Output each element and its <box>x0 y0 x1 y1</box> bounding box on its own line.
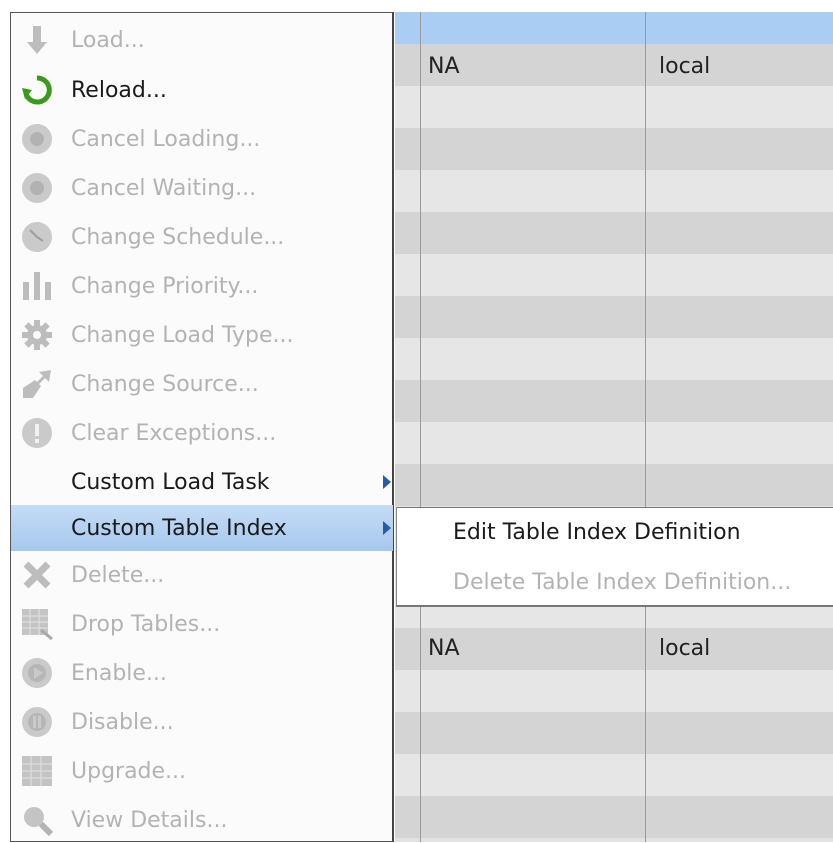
menu-item-change-priority[interactable]: Change Priority... <box>11 263 393 309</box>
menu-item-label: Cancel Loading... <box>71 126 261 152</box>
table-cell: NA <box>428 54 460 79</box>
menu-item-label: Change Schedule... <box>71 224 285 250</box>
table-row[interactable] <box>395 712 833 754</box>
submenu-item-edit-table-index-definition[interactable]: Edit Table Index Definition <box>453 520 741 545</box>
cancel-loading-icon <box>22 124 52 154</box>
menu-item-label: Cancel Waiting... <box>71 175 257 201</box>
cancel-waiting-icon <box>22 173 52 203</box>
menu-item-enable[interactable]: Enable... <box>11 650 393 696</box>
custom-table-index-submenu: Edit Table Index Definition Delete Table… <box>396 507 833 607</box>
table-row[interactable] <box>395 254 833 296</box>
column-divider <box>420 12 421 842</box>
menu-item-delete[interactable]: Delete... <box>11 552 393 598</box>
clock-icon <box>22 222 52 252</box>
column-divider <box>645 12 646 842</box>
table-row[interactable] <box>395 212 833 254</box>
upgrade-icon <box>22 756 52 786</box>
delete-x-icon <box>23 561 51 589</box>
menu-item-label: Clear Exceptions... <box>71 420 277 446</box>
menu-item-label: Change Load Type... <box>71 322 294 348</box>
menu-item-label: Change Source... <box>71 371 259 397</box>
menu-item-disable[interactable]: Disable... <box>11 699 393 745</box>
menu-item-view-details[interactable]: View Details... <box>11 797 393 843</box>
table-cell: local <box>659 636 711 661</box>
table-cell: NA <box>428 636 460 661</box>
table-row[interactable] <box>395 338 833 380</box>
table-row[interactable] <box>395 380 833 422</box>
context-menu: Load... Reload... Cancel Loading... Canc… <box>10 12 394 842</box>
menu-item-label: Custom Load Task <box>71 469 270 495</box>
table-row[interactable] <box>395 754 833 796</box>
table-row[interactable] <box>395 128 833 170</box>
submenu-arrow-icon <box>383 521 391 535</box>
menu-item-cancel-loading[interactable]: Cancel Loading... <box>11 116 393 162</box>
table-row[interactable]: NA local <box>395 628 833 670</box>
menu-item-label: Reload... <box>71 77 167 103</box>
play-icon <box>22 658 52 688</box>
table-row[interactable] <box>395 464 833 506</box>
table-row[interactable]: NA local <box>395 44 833 86</box>
priority-icon <box>23 272 51 300</box>
table-row[interactable] <box>395 296 833 338</box>
menu-item-change-source[interactable]: Change Source... <box>11 361 393 407</box>
magnifier-icon <box>24 807 53 836</box>
data-grid: NA local NA local <box>395 12 833 842</box>
menu-item-label: Load... <box>71 27 145 53</box>
pause-icon <box>22 707 52 737</box>
menu-item-label: Delete... <box>71 562 165 588</box>
drop-tables-icon <box>22 609 53 640</box>
menu-item-label: View Details... <box>71 807 228 833</box>
table-cell: local <box>659 54 711 79</box>
submenu-item-delete-table-index-definition[interactable]: Delete Table Index Definition... <box>453 570 791 595</box>
table-row[interactable] <box>395 170 833 212</box>
gear-icon <box>22 320 52 350</box>
reload-icon <box>22 75 52 105</box>
table-row[interactable] <box>395 86 833 128</box>
menu-item-reload[interactable]: Reload... <box>11 67 393 113</box>
table-row[interactable] <box>395 422 833 464</box>
source-icon <box>23 370 51 398</box>
menu-item-label: Custom Table Index <box>71 515 287 541</box>
down-arrow-icon <box>27 26 47 54</box>
menu-item-label: Drop Tables... <box>71 611 221 637</box>
menu-item-cancel-waiting[interactable]: Cancel Waiting... <box>11 165 393 211</box>
menu-item-label: Disable... <box>71 709 174 735</box>
menu-item-upgrade[interactable]: Upgrade... <box>11 748 393 794</box>
table-row[interactable] <box>395 796 833 838</box>
menu-item-load[interactable]: Load... <box>11 17 393 63</box>
table-row[interactable] <box>395 670 833 712</box>
exclamation-icon <box>22 418 52 448</box>
menu-item-clear-exceptions[interactable]: Clear Exceptions... <box>11 410 393 456</box>
menu-item-custom-load-task[interactable]: Custom Load Task <box>11 459 393 505</box>
selected-row[interactable] <box>395 12 833 44</box>
menu-item-label: Upgrade... <box>71 758 187 784</box>
menu-item-label: Enable... <box>71 660 167 686</box>
menu-item-drop-tables[interactable]: Drop Tables... <box>11 601 393 647</box>
submenu-arrow-icon <box>383 475 391 489</box>
menu-item-custom-table-index[interactable]: Custom Table Index <box>11 505 393 551</box>
menu-item-change-schedule[interactable]: Change Schedule... <box>11 214 393 260</box>
menu-item-label: Change Priority... <box>71 273 259 299</box>
menu-item-change-load-type[interactable]: Change Load Type... <box>11 312 393 358</box>
